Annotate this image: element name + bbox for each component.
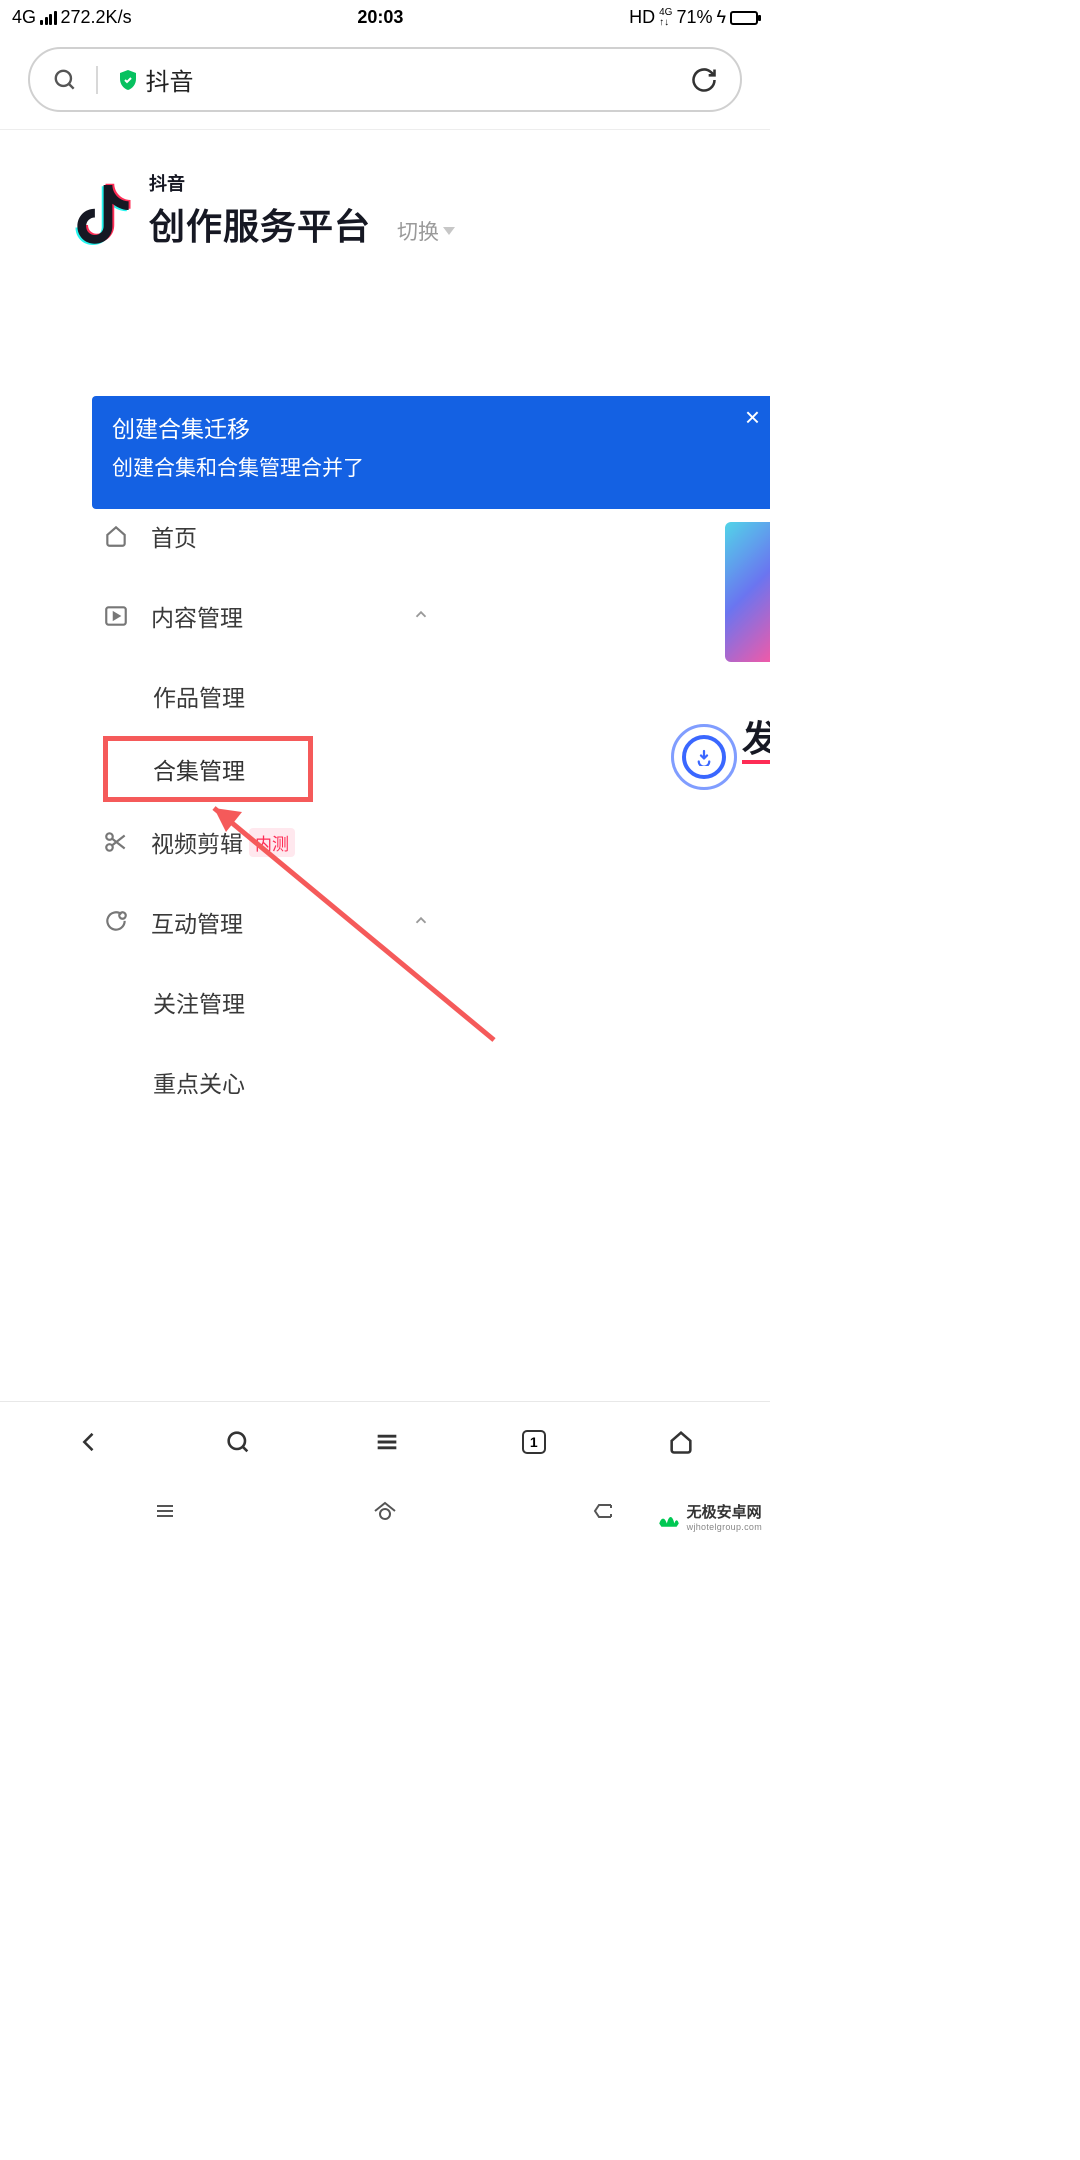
- switch-label: 切换: [397, 216, 439, 246]
- chat-icon: [103, 909, 129, 935]
- notice-banner[interactable]: 创建合集迁移 创建合集和合集管理合并了 ×: [92, 396, 770, 509]
- menu-follow[interactable]: 关注管理: [103, 962, 460, 1042]
- banner-subtitle: 创建合集和合集管理合并了: [112, 452, 750, 482]
- net-speed: 272.2K/s: [61, 7, 132, 28]
- menu-focus[interactable]: 重点关心: [103, 1042, 460, 1122]
- menu-label: 合集管理: [153, 752, 245, 786]
- menu-collection-highlighted[interactable]: 合集管理: [103, 736, 313, 802]
- menu-content[interactable]: 内容管理: [103, 576, 460, 656]
- logo-small: 抖音: [149, 170, 371, 196]
- home-nav-icon[interactable]: [370, 1499, 400, 1523]
- menu-label: 首页: [151, 519, 197, 553]
- recent-icon[interactable]: [150, 1499, 180, 1523]
- banner-title: 创建合集迁移: [112, 410, 750, 444]
- platform-header: 抖音 创作服务平台 切换: [0, 170, 770, 250]
- search-text: 抖音: [146, 62, 691, 97]
- charging-icon: ϟ: [716, 7, 726, 28]
- menu-interact[interactable]: 互动管理: [103, 882, 460, 962]
- menu-label: 内容管理: [151, 599, 243, 633]
- search-icon[interactable]: [224, 1428, 252, 1456]
- status-left: 4G 272.2K/s: [12, 7, 132, 28]
- battery-icon: [730, 11, 758, 25]
- home-icon[interactable]: [667, 1428, 695, 1456]
- home-icon: [103, 523, 129, 549]
- menu-label: 重点关心: [153, 1065, 245, 1099]
- system-nav: [0, 1481, 770, 1540]
- menu-icon[interactable]: [373, 1428, 401, 1456]
- menu-label: 互动管理: [151, 905, 243, 939]
- search-icon: [52, 67, 78, 93]
- net-label: 4G: [12, 7, 36, 28]
- scissors-icon: [103, 829, 129, 855]
- menu-works[interactable]: 作品管理: [103, 656, 460, 736]
- side-tab-label[interactable]: 发: [742, 710, 770, 760]
- close-icon[interactable]: ×: [745, 404, 760, 430]
- chevron-up-icon: [412, 909, 430, 936]
- hd-label: HD: [629, 7, 655, 28]
- signal-icon: [40, 10, 57, 25]
- tiktok-logo-icon: [73, 180, 133, 250]
- download-fab[interactable]: [682, 735, 726, 779]
- page-content: 抖音 创作服务平台 切换 创建合集迁移 创建合集和合集管理合并了 × 首页 内容…: [0, 130, 770, 1122]
- shield-check-icon: [116, 68, 140, 92]
- watermark-icon: [656, 1504, 682, 1530]
- side-preview-card[interactable]: [725, 522, 770, 662]
- watermark-en: wjhotelgroup.com: [687, 1522, 762, 1532]
- chevron-up-icon: [412, 603, 430, 630]
- net-up-down-icon: 4G↑↓: [659, 8, 672, 28]
- watermark: 无极安卓网 wjhotelgroup.com: [656, 1501, 762, 1532]
- platform-title: 抖音 创作服务平台: [149, 170, 371, 250]
- logo-large: 创作服务平台: [149, 198, 371, 250]
- status-time: 20:03: [132, 7, 630, 28]
- back-icon[interactable]: [75, 1428, 103, 1456]
- menu-label: 关注管理: [153, 985, 245, 1019]
- battery-pct: 71%: [676, 7, 712, 28]
- menu-label: 作品管理: [153, 679, 245, 713]
- url-search-bar[interactable]: 抖音: [28, 47, 742, 112]
- watermark-cn: 无极安卓网: [687, 1501, 762, 1522]
- menu-home[interactable]: 首页: [103, 496, 460, 576]
- tab-count: 1: [530, 1434, 538, 1450]
- back-nav-icon[interactable]: [590, 1499, 620, 1523]
- status-bar: 4G 272.2K/s 20:03 HD 4G↑↓ 71% ϟ: [0, 0, 770, 35]
- tabs-button[interactable]: 1: [522, 1430, 546, 1454]
- browser-toolbar: 1: [0, 1401, 770, 1481]
- chevron-down-icon: [443, 227, 455, 235]
- beta-badge: 内测: [249, 828, 295, 857]
- menu-label: 视频剪辑: [151, 825, 243, 859]
- menu-video-edit[interactable]: 视频剪辑 内测: [103, 802, 460, 882]
- switch-button[interactable]: 切换: [397, 216, 455, 246]
- side-tab-underline: [742, 760, 770, 764]
- divider: [96, 66, 98, 94]
- play-square-icon: [103, 603, 129, 629]
- download-icon: [695, 748, 713, 766]
- reload-icon[interactable]: [690, 66, 718, 94]
- status-right: HD 4G↑↓ 71% ϟ: [629, 7, 758, 28]
- sidebar-menu: 首页 内容管理 作品管理 合集管理 视频剪辑 内测 互动管理 关注管理 重点关心: [0, 485, 460, 1122]
